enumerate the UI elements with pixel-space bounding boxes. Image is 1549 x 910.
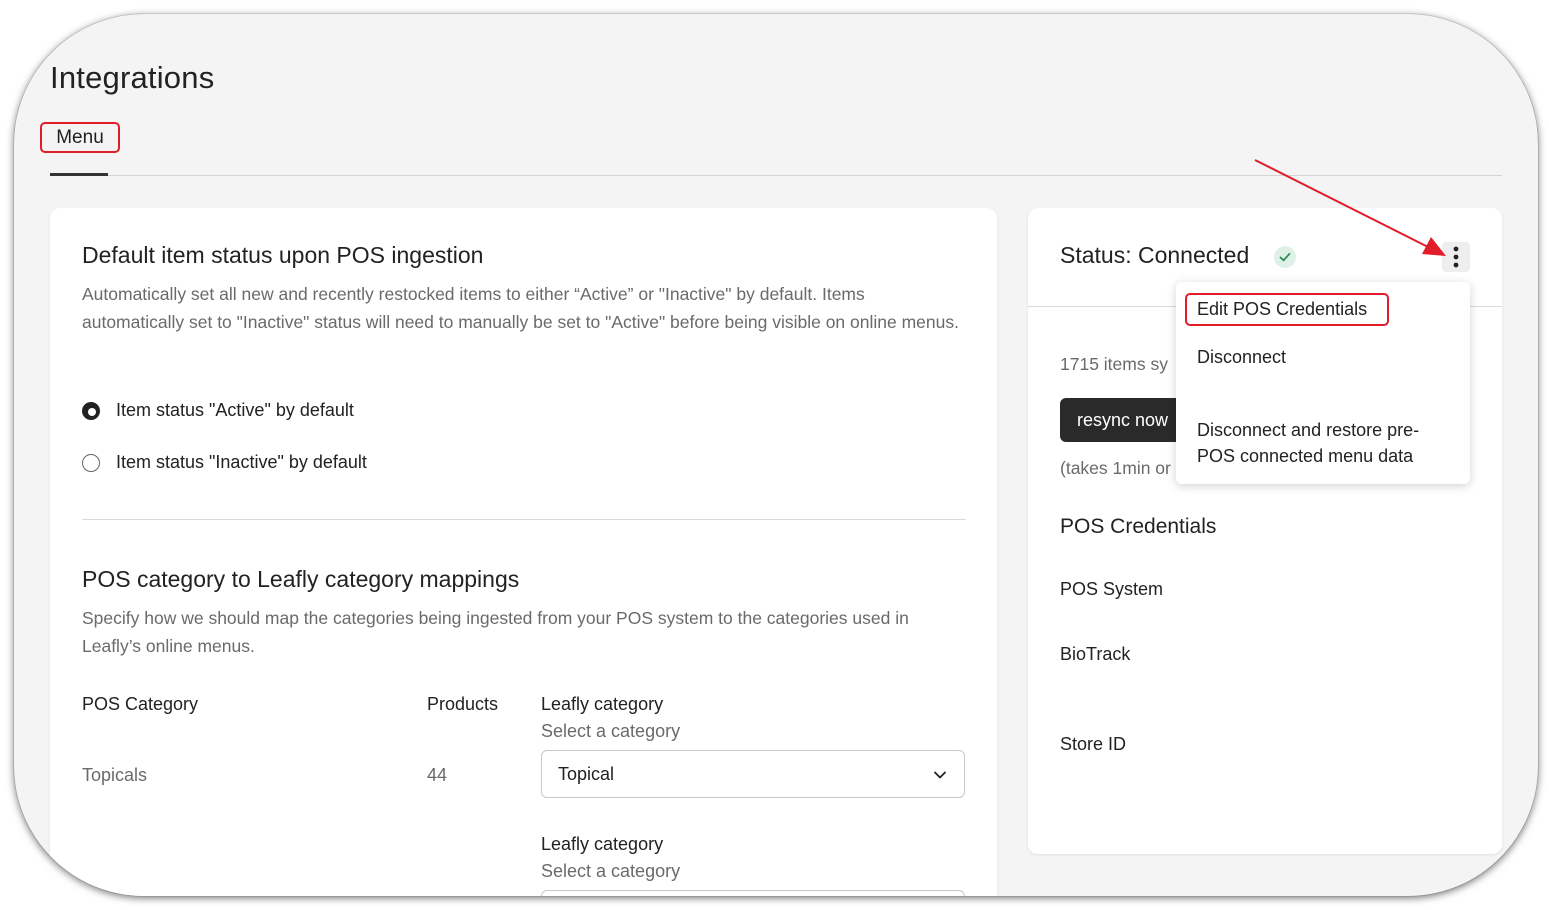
menu-item-disconnect[interactable]: Disconnect xyxy=(1197,344,1286,370)
next-leafly-category-select[interactable] xyxy=(541,890,965,896)
tab-menu[interactable]: Menu xyxy=(40,122,120,153)
select-value: Topical xyxy=(558,763,615,784)
section-divider xyxy=(82,519,966,520)
more-vertical-icon[interactable] xyxy=(1442,242,1470,272)
row-products-count: 44 xyxy=(427,765,448,785)
radio-checked-icon[interactable] xyxy=(82,401,100,420)
pos-system-label: POS System xyxy=(1060,579,1164,599)
pos-system-value: BioTrack xyxy=(1060,644,1131,664)
chevron-down-icon xyxy=(934,771,946,779)
edit-credentials-highlight xyxy=(1185,293,1389,326)
radio-unchecked-icon[interactable] xyxy=(82,453,100,472)
check-icon xyxy=(1274,246,1296,268)
radio-label-active: Item status "Active" by default xyxy=(116,400,354,420)
radio-option-active[interactable]: Item status "Active" by default xyxy=(82,400,354,421)
radio-label-inactive: Item status "Inactive" by default xyxy=(116,452,367,472)
store-id-label: Store ID xyxy=(1060,734,1127,754)
mappings-description: Specify how we should map the categories… xyxy=(82,608,909,656)
leafly-category-select[interactable]: Topical xyxy=(541,750,965,798)
col-header-pos-category: POS Category xyxy=(82,694,199,714)
mappings-heading: POS category to Leafly category mappings xyxy=(82,566,520,592)
select-hint: Select a category xyxy=(541,721,681,741)
resync-duration-note: (takes 1min or xyxy=(1060,458,1171,478)
settings-card: Default item status upon POS ingestion A… xyxy=(50,208,997,896)
menu-item-disconnect-restore[interactable]: Disconnect and restore pre-POS connected… xyxy=(1197,417,1447,469)
default-status-description: Automatically set all new and recently r… xyxy=(82,284,959,332)
page-title: Integrations xyxy=(50,60,215,95)
radio-option-inactive[interactable]: Item status "Inactive" by default xyxy=(82,452,367,473)
items-synced-text: 1715 items sy xyxy=(1060,354,1168,374)
tab-menu-active-indicator xyxy=(50,173,108,176)
credentials-title: POS Credentials xyxy=(1060,515,1217,538)
next-select-hint: Select a category xyxy=(541,861,681,881)
row-pos-category: Topicals xyxy=(82,765,148,785)
col-header-leafly-category: Leafly category xyxy=(541,694,664,714)
col-header-products: Products xyxy=(427,694,499,714)
status-title: Status: Connected xyxy=(1060,242,1250,268)
default-status-heading: Default item status upon POS ingestion xyxy=(82,242,484,268)
tabs-divider xyxy=(50,175,1502,176)
next-leafly-category-label: Leafly category xyxy=(541,834,664,854)
